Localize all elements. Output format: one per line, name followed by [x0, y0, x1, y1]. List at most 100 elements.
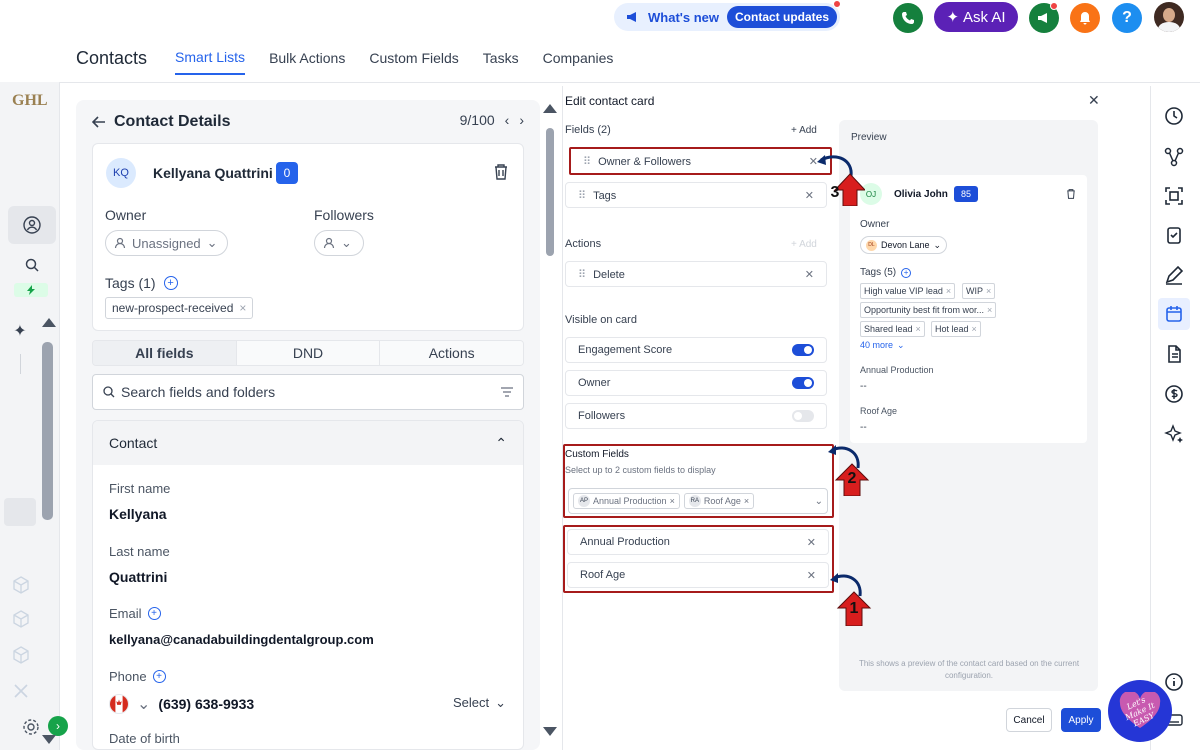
custom-fields-select[interactable]: AP Annual Production × RA Roof Age × ⌄ [568, 488, 828, 514]
phone-type-select[interactable]: Select ⌄ [453, 695, 506, 711]
document-icon[interactable] [1162, 342, 1186, 366]
add-action-button-disabled[interactable]: + Add [791, 239, 817, 250]
apply-button[interactable]: Apply [1061, 708, 1101, 732]
tab-actions[interactable]: Actions [380, 341, 523, 365]
cancel-button[interactable]: Cancel [1006, 708, 1052, 732]
close-icon[interactable]: ✕ [805, 189, 814, 202]
rail-scroll-down-icon[interactable] [42, 735, 56, 744]
custom-fields-hint: Select up to 2 custom fields to display [565, 465, 716, 475]
first-name-value[interactable]: Kellyana [109, 506, 167, 522]
workflow-icon[interactable] [1162, 145, 1186, 169]
owner-toggle[interactable] [792, 377, 814, 389]
tab-custom-fields[interactable]: Custom Fields [369, 42, 458, 74]
cube-icon[interactable] [6, 570, 36, 600]
contact-avatar: KQ [106, 158, 136, 188]
tab-companies[interactable]: Companies [543, 42, 614, 74]
chevron-down-icon: ⌄ [814, 495, 823, 507]
tab-all-fields[interactable]: All fields [93, 341, 237, 365]
field-search-input[interactable]: Search fields and folders [92, 374, 524, 410]
expand-rail-button[interactable]: › [48, 716, 68, 736]
ai-sparkle-icon[interactable] [1162, 422, 1186, 446]
phone-button[interactable] [893, 3, 923, 33]
email-value[interactable]: kellyana@canadabuildingdentalgroup.com [109, 632, 374, 647]
followers-select[interactable]: ⌄ [314, 230, 364, 256]
custom-row-roof-age[interactable]: Roof Age ✕ [567, 562, 829, 588]
trash-icon[interactable] [493, 163, 509, 181]
tab-tasks[interactable]: Tasks [483, 42, 519, 74]
tools-icon[interactable] [6, 676, 36, 706]
history-icon[interactable] [1162, 104, 1186, 128]
ask-ai-button[interactable]: ✦ Ask AI [934, 2, 1018, 32]
tag-chip[interactable]: new-prospect-received × [105, 297, 254, 319]
custom-row-annual-production[interactable]: Annual Production ✕ [567, 529, 829, 555]
preview-annual-label: Annual Production [860, 365, 934, 375]
sparkle-icon: ✦ [946, 9, 960, 26]
chevron-right-icon[interactable]: › [519, 112, 524, 128]
close-icon[interactable]: ✕ [805, 268, 814, 281]
drag-handle-icon[interactable]: ⠿ [583, 156, 591, 168]
selected-chip-annual-production[interactable]: AP Annual Production × [573, 493, 680, 509]
scroll-down-icon[interactable] [543, 727, 557, 736]
marker-3: 3 [815, 150, 865, 206]
close-icon[interactable]: ✕ [807, 536, 816, 549]
cube-icon-2[interactable] [6, 604, 36, 634]
field-row-tags[interactable]: ⠿ Tags ✕ [565, 182, 827, 208]
add-phone-plus-icon[interactable]: + [152, 670, 166, 683]
calendar-icon[interactable] [1162, 302, 1186, 326]
contact-updates-button[interactable]: Contact updates [727, 6, 838, 28]
cube-icon-3[interactable] [6, 640, 36, 670]
drag-handle-icon[interactable]: ⠿ [578, 190, 586, 202]
followers-toggle[interactable] [792, 410, 814, 422]
field-row-owner-followers[interactable]: ⠿ Owner & Followers ✕ [569, 147, 832, 175]
add-field-button[interactable]: + Add [791, 125, 817, 136]
rail-scrollbar[interactable] [42, 342, 53, 520]
selected-chip-roof-age[interactable]: RA Roof Age × [683, 493, 755, 509]
whats-new-label: What's new [648, 9, 719, 25]
close-icon[interactable]: × [744, 496, 749, 506]
close-icon[interactable]: ✕ [807, 569, 816, 582]
info-icon[interactable] [1162, 670, 1186, 694]
qr-scan-icon[interactable] [1162, 184, 1186, 208]
clipboard-check-icon[interactable] [1162, 223, 1186, 247]
back-arrow-icon[interactable] [92, 116, 106, 128]
ai-sparkle-icon[interactable]: ✦ [5, 316, 35, 346]
canada-flag-icon[interactable] [109, 694, 129, 714]
phone-icon [901, 11, 915, 25]
chevron-left-icon[interactable]: ‹ [505, 112, 510, 128]
rail-item-blank[interactable] [4, 498, 36, 526]
action-row-delete[interactable]: ⠿ Delete ✕ [565, 261, 827, 287]
pen-icon[interactable] [1162, 263, 1186, 287]
panel-scrollbar[interactable] [546, 128, 554, 256]
contact-section-header[interactable]: Contact ⌃ [93, 421, 523, 465]
first-name-label: First name [109, 481, 171, 496]
close-icon[interactable]: × [239, 301, 246, 315]
search-icon[interactable] [17, 250, 47, 280]
whats-new-banner[interactable]: What's new Contact updates [614, 3, 840, 31]
dollar-icon[interactable] [1162, 382, 1186, 406]
phone-value[interactable]: (639) 638-9933 [158, 696, 254, 712]
chevron-down-icon[interactable]: ⌄ [137, 694, 150, 714]
tab-dnd[interactable]: DND [236, 341, 381, 365]
help-button[interactable]: ? [1112, 3, 1142, 33]
visible-row-followers: Followers [565, 403, 827, 429]
contacts-rail-button[interactable] [8, 206, 56, 244]
close-icon[interactable]: × [670, 496, 675, 506]
user-avatar[interactable] [1154, 2, 1184, 32]
filter-icon[interactable] [501, 387, 513, 397]
close-icon[interactable]: ✕ [1088, 92, 1100, 109]
notifications-button[interactable] [1070, 3, 1100, 33]
scroll-up-icon[interactable] [543, 104, 557, 113]
owner-select[interactable]: Unassigned ⌄ [105, 230, 228, 256]
engagement-toggle[interactable] [792, 344, 814, 356]
actions-label: Actions [565, 238, 602, 250]
user-icon [23, 216, 41, 234]
tab-smart-lists[interactable]: Smart Lists [175, 41, 246, 75]
drag-handle-icon[interactable]: ⠿ [578, 269, 586, 281]
lightning-icon[interactable] [14, 283, 48, 297]
add-email-plus-icon[interactable]: + [147, 607, 161, 620]
add-tag-plus-icon[interactable]: + [163, 276, 178, 290]
announcement-dot [1050, 2, 1058, 10]
last-name-value[interactable]: Quattrini [109, 569, 167, 585]
tab-bulk-actions[interactable]: Bulk Actions [269, 42, 345, 74]
rail-scroll-up-icon[interactable] [42, 318, 56, 327]
